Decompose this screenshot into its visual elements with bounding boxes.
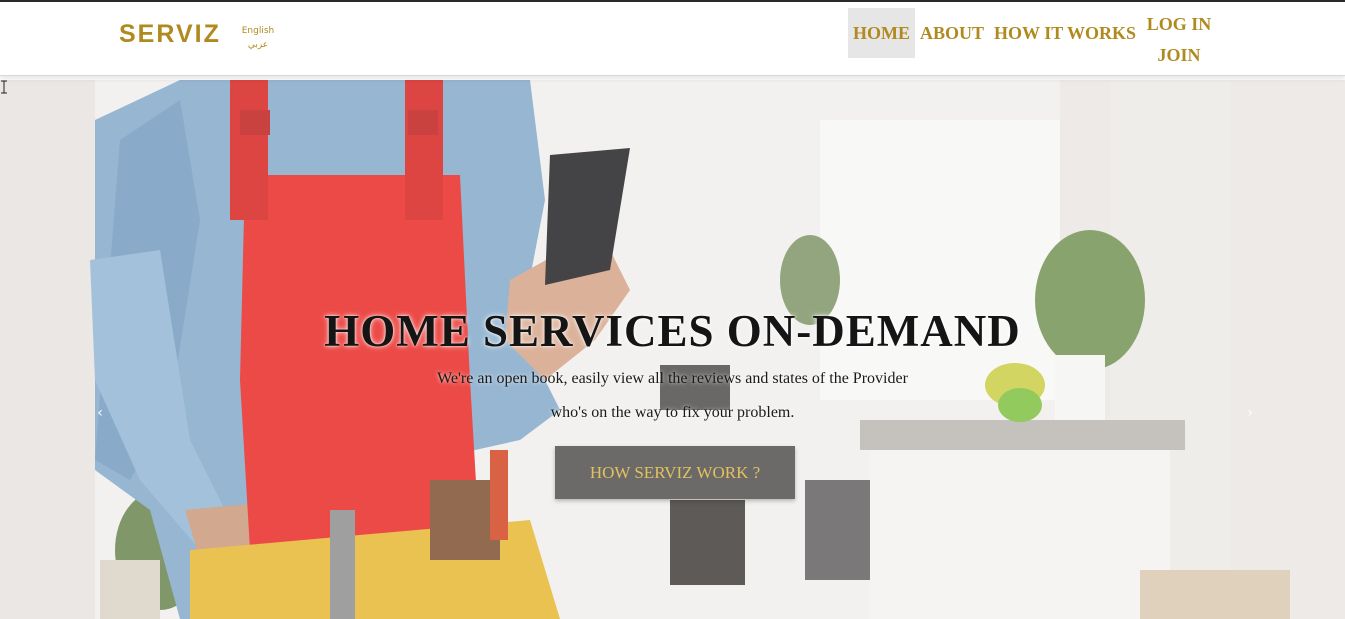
language-switcher: English عربي xyxy=(240,24,276,52)
language-english-link[interactable]: English xyxy=(240,24,276,38)
nav-home[interactable]: HOME xyxy=(848,8,915,58)
language-arabic-link[interactable]: عربي xyxy=(240,38,276,52)
chevron-left-icon[interactable]: ‹ xyxy=(90,398,110,428)
brand-logo[interactable]: SERVIZ xyxy=(119,20,221,49)
main-nav: HOME ABOUT HOW IT WORKS xyxy=(848,8,1141,58)
auth-links: LOG IN JOIN xyxy=(1138,10,1220,72)
text-cursor-icon xyxy=(1,80,7,94)
hero-subtitle-line2: who's on the way to fix your problem. xyxy=(550,404,795,421)
nav-login[interactable]: LOG IN xyxy=(1138,10,1220,41)
nav-how-it-works[interactable]: HOW IT WORKS xyxy=(989,8,1141,58)
hero-carousel: HOME SERVICES ON-DEMAND We're an open bo… xyxy=(0,80,1345,619)
hero-subtitle-line1: We're an open book, easily view all the … xyxy=(437,370,908,387)
nav-join[interactable]: JOIN xyxy=(1138,41,1220,72)
how-serviz-works-button[interactable]: HOW SERVIZ WORK ? xyxy=(555,446,795,499)
chevron-right-icon[interactable]: › xyxy=(1240,398,1260,428)
nav-about[interactable]: ABOUT xyxy=(915,8,989,58)
hero-title: HOME SERVICES ON-DEMAND xyxy=(324,306,1021,356)
top-navbar: SERVIZ English عربي HOME ABOUT HOW IT WO… xyxy=(0,2,1345,76)
